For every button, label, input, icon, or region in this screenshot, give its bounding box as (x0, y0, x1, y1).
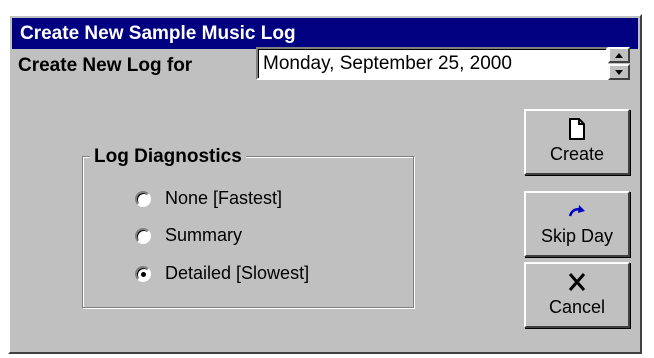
log-diagnostics-title: Log Diagnostics (90, 146, 246, 168)
log-date-field[interactable]: Monday, September 25, 2000 (256, 47, 608, 80)
spin-up-arrow-icon (615, 53, 623, 58)
radio-summary[interactable]: Summary (135, 225, 242, 246)
cancel-button[interactable]: Cancel (524, 262, 630, 328)
radio-label-detailed: Detailed [Slowest] (165, 263, 310, 283)
spin-down-arrow-icon (615, 70, 623, 75)
create-log-for-label: Create New Log for (18, 55, 193, 76)
radio-circle-detailed[interactable] (135, 265, 151, 282)
date-spin-up-button[interactable] (608, 47, 630, 63)
skip-day-button-label: Skip Day (540, 226, 614, 246)
skip-day-button[interactable]: Skip Day (524, 191, 630, 257)
date-spin-down-button[interactable] (608, 64, 630, 80)
date-spinner[interactable] (608, 47, 630, 80)
radio-selected-dot (141, 271, 146, 277)
radio-circle-summary[interactable] (135, 227, 151, 244)
create-button-label: Create (549, 144, 605, 164)
redo-arrow-icon (568, 205, 585, 217)
radio-label-summary: Summary (165, 225, 243, 245)
radio-label-none: None [Fastest] (165, 188, 283, 208)
x-icon (568, 273, 586, 291)
document-icon (569, 118, 585, 140)
dialog-title: Create New Sample Music Log (12, 18, 638, 49)
log-diagnostics-group (82, 156, 414, 308)
log-date-value[interactable]: Monday, September 25, 2000 (258, 49, 606, 78)
create-button[interactable]: Create (524, 109, 630, 175)
radio-none-fastest[interactable]: None [Fastest] (135, 188, 282, 209)
cancel-button-label: Cancel (548, 297, 606, 317)
radio-circle-none[interactable] (135, 190, 151, 207)
radio-detailed-slowest[interactable]: Detailed [Slowest] (135, 263, 309, 284)
